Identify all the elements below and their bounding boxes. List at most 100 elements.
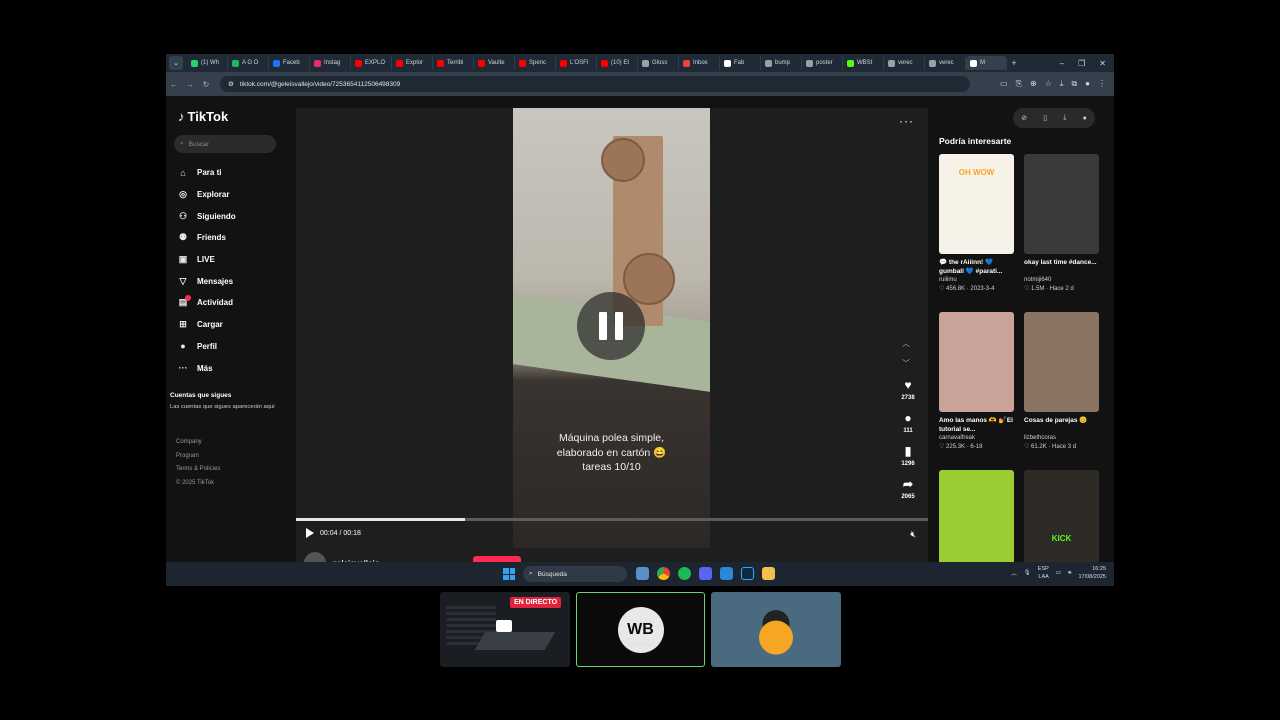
share-button[interactable]: ➦ 2065 bbox=[896, 477, 920, 500]
browser-tab[interactable]: verec bbox=[925, 56, 966, 70]
download-app-icon[interactable]: ⤓ bbox=[1063, 114, 1066, 122]
footer-link-terms[interactable]: Terms & Policies bbox=[176, 463, 220, 477]
volume-icon[interactable]: 🔊︎ bbox=[1068, 570, 1071, 577]
card-author[interactable]: carnavalfreak bbox=[939, 435, 1014, 441]
discord-icon[interactable] bbox=[699, 567, 712, 580]
mute-icon[interactable]: 🔇︎ bbox=[910, 529, 916, 540]
photoshop-icon[interactable] bbox=[741, 567, 754, 580]
comment-button[interactable]: ● 111 bbox=[896, 411, 920, 434]
browser-tab[interactable]: WBSt bbox=[843, 56, 884, 70]
sidebar-item-friends[interactable]: ⚉ Friends bbox=[178, 227, 236, 249]
new-tab-button[interactable]: + bbox=[1007, 58, 1021, 68]
more-options-icon[interactable]: ··· bbox=[899, 114, 914, 128]
video-thumbnail[interactable] bbox=[1024, 154, 1099, 254]
recommended-video-card[interactable] bbox=[939, 470, 1014, 570]
save-button[interactable]: ▮ 1296 bbox=[896, 444, 920, 467]
pause-button[interactable] bbox=[577, 292, 645, 360]
user-avatar-icon[interactable]: ● bbox=[1083, 115, 1087, 122]
card-author[interactable]: notmiji640 bbox=[1024, 277, 1099, 283]
sidebar-item-live[interactable]: ▣ LIVE bbox=[178, 249, 236, 271]
language-indicator[interactable]: ESP LAA bbox=[1038, 565, 1049, 581]
video-thumbnail[interactable]: OH WOW bbox=[939, 154, 1014, 254]
profile-avatar-icon[interactable]: ● bbox=[1085, 79, 1090, 89]
video-thumbnail[interactable] bbox=[1024, 312, 1099, 412]
browser-tab[interactable]: (1) Wh bbox=[187, 56, 228, 70]
download-icon[interactable]: ⤓ bbox=[1060, 79, 1064, 89]
tiktok-logo[interactable]: ♪ TikTok bbox=[178, 109, 228, 124]
browser-tab[interactable]: Terribl bbox=[433, 56, 474, 70]
chrome-icon[interactable] bbox=[657, 567, 670, 580]
browser-tab[interactable]: L'OSFI bbox=[556, 56, 597, 70]
browser-tab[interactable]: Explor bbox=[392, 56, 433, 70]
network-icon[interactable]: ▭ bbox=[1056, 570, 1061, 576]
sidebar-item-m-s[interactable]: ··· Más bbox=[178, 357, 236, 379]
card-title[interactable]: okay last time #dance... bbox=[1024, 258, 1099, 276]
browser-tab[interactable]: Inbox bbox=[679, 56, 720, 70]
browser-tab[interactable]: verec bbox=[884, 56, 925, 70]
browser-tab[interactable]: bump bbox=[761, 56, 802, 70]
translate-icon[interactable]: ⎘ bbox=[1016, 79, 1022, 89]
bookmark-star-icon[interactable]: ☆ bbox=[1045, 79, 1052, 89]
device-icon[interactable]: ▯ bbox=[1043, 114, 1047, 122]
recommended-video-card[interactable]: OH WOW 💬 the rAiiinn! 💙 gumball 💙 #parati… bbox=[939, 154, 1014, 292]
site-info-icon[interactable]: ⚙ bbox=[228, 80, 234, 88]
sidebar-item-para-ti[interactable]: ⌂ Para ti bbox=[178, 162, 236, 184]
recommended-video-card[interactable]: KICK bbox=[1024, 470, 1099, 570]
video-thumbnail[interactable]: KICK bbox=[1024, 470, 1099, 570]
sidebar-item-cargar[interactable]: ⊞ Cargar bbox=[178, 314, 236, 336]
browser-tab[interactable]: Gloss bbox=[638, 56, 679, 70]
task-view-icon[interactable] bbox=[636, 567, 649, 580]
spotify-icon[interactable] bbox=[678, 567, 691, 580]
browser-tab[interactable]: Fab bbox=[720, 56, 761, 70]
zoom-icon[interactable]: ⊕ bbox=[1030, 79, 1037, 89]
card-author[interactable]: ruilimu bbox=[939, 277, 1014, 283]
mic-icon[interactable]: 🎙︎ bbox=[1024, 570, 1031, 576]
card-title[interactable]: 💬 the rAiiinn! 💙 gumball 💙 #parati... bbox=[939, 258, 1014, 276]
sidebar-item-siguiendo[interactable]: ⚇ Siguiendo bbox=[178, 205, 236, 227]
browser-tab[interactable]: (10) Et bbox=[597, 56, 638, 70]
like-button[interactable]: ♥ 2738 bbox=[896, 378, 920, 401]
sidebar-item-actividad[interactable]: ▤ Actividad bbox=[178, 292, 236, 314]
address-bar[interactable]: ⚙ tiktok.com/@geleisvallejo/video/725365… bbox=[220, 76, 970, 92]
browser-tab[interactable]: Spenc bbox=[515, 56, 556, 70]
browser-tab[interactable]: Instag bbox=[310, 56, 351, 70]
previous-video-icon[interactable]: ︿ bbox=[902, 338, 910, 349]
recommended-video-card[interactable]: Amo las manos 🫶 💅El tutorial se... carnav… bbox=[939, 312, 1014, 450]
sidebar-item-perfil[interactable]: ● Perfil bbox=[178, 336, 236, 358]
start-button[interactable] bbox=[503, 568, 515, 580]
scene-preview-live[interactable]: EN DIRECTO bbox=[440, 592, 570, 667]
play-icon[interactable] bbox=[306, 528, 314, 538]
next-video-icon[interactable]: ﹀ bbox=[902, 358, 910, 369]
video-frame[interactable]: Máquina polea simple, elaborado en cartó… bbox=[513, 108, 710, 548]
card-title[interactable]: Cosas de parejas 😊 bbox=[1024, 416, 1099, 434]
clock[interactable]: 16:25 17/08/2025 bbox=[1078, 565, 1106, 581]
recommended-video-card[interactable]: Cosas de parejas 😊 lizbethcoras ♡ 61.2K · … bbox=[1024, 312, 1099, 450]
extensions-icon[interactable]: ⧉ bbox=[1071, 79, 1077, 89]
sidebar-item-explorar[interactable]: ◎ Explorar bbox=[178, 184, 236, 206]
taskbar-search[interactable]: ⌕ Búsqueda bbox=[523, 566, 627, 582]
sidebar-item-mensajes[interactable]: ▽ Mensajes bbox=[178, 270, 236, 292]
browser-menu-icon[interactable]: ⋮ bbox=[1098, 79, 1106, 89]
video-player[interactable]: Máquina polea simple, elaborado en cartó… bbox=[296, 108, 928, 574]
reload-icon[interactable]: ↻ bbox=[198, 80, 214, 89]
scene-preview-logo[interactable]: WB WBStudios bbox=[576, 592, 705, 667]
video-progress-bar[interactable] bbox=[296, 518, 928, 521]
card-title[interactable]: Amo las manos 🫶 💅El tutorial se... bbox=[939, 416, 1014, 434]
cast-icon[interactable]: ▭ bbox=[1000, 79, 1008, 89]
footer-link-company[interactable]: Company bbox=[176, 436, 220, 450]
scene-preview-avatar[interactable] bbox=[711, 592, 841, 667]
close-icon[interactable]: ✕ bbox=[1099, 59, 1106, 68]
file-explorer-icon[interactable] bbox=[762, 567, 775, 580]
tray-chevron-icon[interactable]: ︿ bbox=[1011, 569, 1017, 577]
browser-tab[interactable]: EXPLO bbox=[351, 56, 392, 70]
video-thumbnail[interactable] bbox=[939, 312, 1014, 412]
browser-tab[interactable]: M bbox=[966, 56, 1007, 70]
maximize-icon[interactable]: ❐ bbox=[1078, 59, 1085, 68]
footer-link-program[interactable]: Program bbox=[176, 450, 220, 464]
browser-tab[interactable]: Faceb bbox=[269, 56, 310, 70]
video-thumbnail[interactable] bbox=[939, 470, 1014, 570]
recommended-video-card[interactable]: okay last time #dance... notmiji640 ♡ 1.5M… bbox=[1024, 154, 1099, 292]
forward-icon[interactable]: → bbox=[182, 80, 198, 89]
compass-tool-icon[interactable]: ⊘ bbox=[1021, 114, 1027, 122]
back-icon[interactable]: ← bbox=[166, 80, 182, 89]
